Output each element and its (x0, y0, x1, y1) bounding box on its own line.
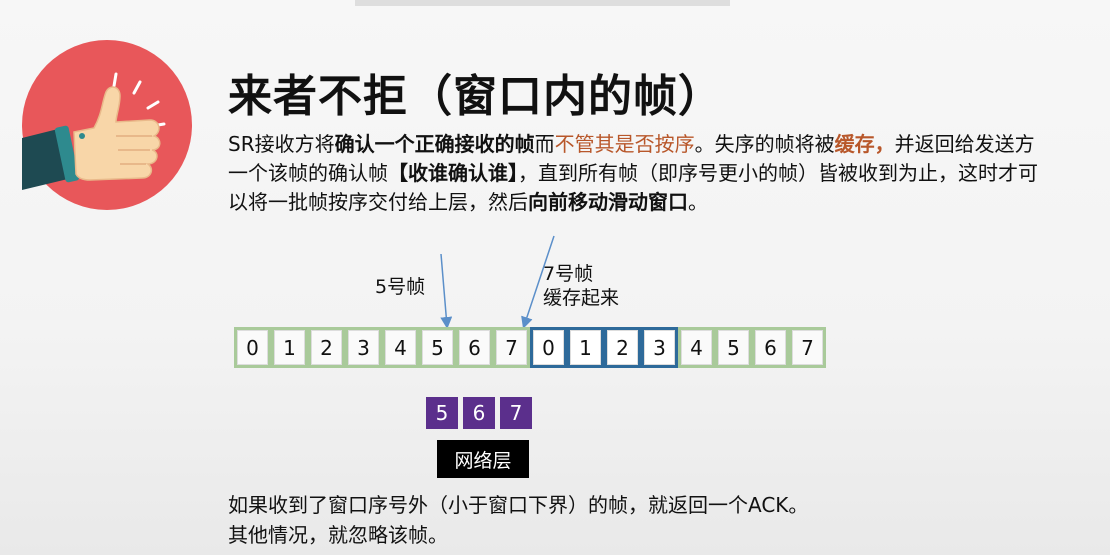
window-frame-cell: 0 (530, 327, 567, 368)
frame-cell: 7 (493, 327, 530, 368)
footer-line-2: 其他情况，就忽略该帧。 (228, 523, 448, 547)
delivered-frame-cell: 5 (426, 397, 458, 429)
network-layer-box: 网络层 (437, 440, 529, 478)
window-frame-cell: 3 (641, 327, 678, 368)
delivered-frames: 567 (426, 397, 532, 429)
pointer-arrows (440, 235, 555, 329)
window-frame-cell: 1 (567, 327, 604, 368)
frame7-arrow (521, 235, 555, 329)
frame-cell: 3 (345, 327, 382, 368)
frame-cell: 1 (271, 327, 308, 368)
delivered-frame-cell: 7 (500, 397, 532, 429)
footer-notes: 如果收到了窗口序号外（小于窗口下界）的帧，就返回一个ACK。 其他情况，就忽略该… (228, 490, 808, 550)
frame-cell: 4 (382, 327, 419, 368)
frame-cell: 2 (308, 327, 345, 368)
frame-cell: 6 (752, 327, 789, 368)
delivered-frame-cell: 6 (463, 397, 495, 429)
window-frame-cell: 2 (604, 327, 641, 368)
frame-cell: 6 (456, 327, 493, 368)
frame-cell: 4 (678, 327, 715, 368)
frame-cell: 5 (419, 327, 456, 368)
footer-line-1: 如果收到了窗口序号外（小于窗口下界）的帧，就返回一个ACK。 (228, 493, 809, 517)
frame-cell: 0 (234, 327, 271, 368)
frame-cell: 7 (789, 327, 826, 368)
frame-cell: 5 (715, 327, 752, 368)
frame-sequence: 0123456701234567 (234, 327, 826, 368)
frame5-arrow (440, 253, 453, 329)
